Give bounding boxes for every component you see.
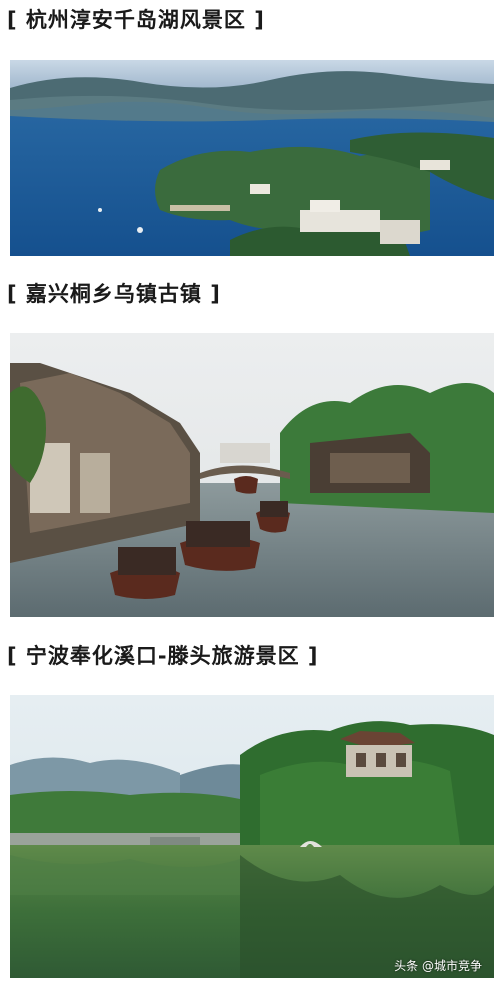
section-title-wuzhen: [ 嘉兴桐乡乌镇古镇 ] [7, 282, 221, 306]
photo-qiandao-lake [10, 60, 494, 256]
photo-wuzhen [10, 333, 494, 617]
section-title-xikou-tengtou: [ 宁波奉化溪口-滕头旅游景区 ] [7, 644, 319, 668]
photo-xikou-tengtou: 头条 @城市竞争 [10, 695, 494, 978]
watermark-caption: 头条 @城市竞争 [394, 959, 482, 973]
section-title-qiandao-lake: [ 杭州淳安千岛湖风景区 ] [7, 8, 265, 32]
